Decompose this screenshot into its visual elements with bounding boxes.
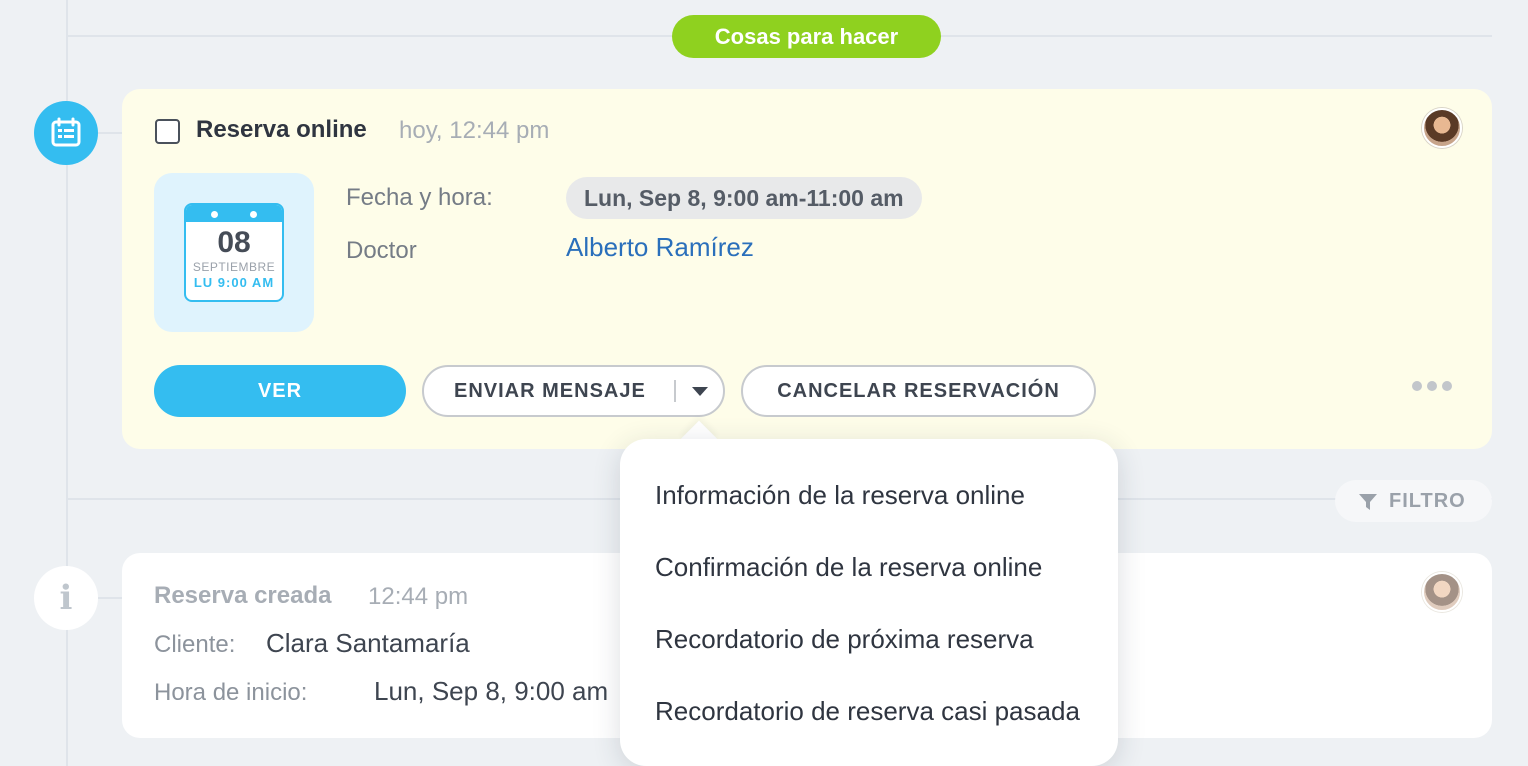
date-time-chip: Lun, Sep 8, 9:00 am-11:00 am — [566, 177, 922, 219]
calendar-month: SEPTIEMBRE — [192, 260, 276, 274]
timeline-connector — [98, 132, 122, 134]
start-time-label: Hora de inicio: — [154, 679, 308, 706]
filter-button[interactable]: FILTRO — [1335, 480, 1492, 522]
todo-checkbox[interactable] — [155, 119, 180, 144]
view-button[interactable]: VER — [154, 365, 406, 417]
date-time-label: Fecha y hora: — [346, 184, 493, 211]
caret-down-icon[interactable] — [692, 387, 708, 396]
todo-card: Reserva online hoy, 12:44 pm 08 SEPTIEMB… — [122, 89, 1492, 449]
message-template-menu: Información de la reserva online Confirm… — [620, 439, 1118, 766]
doctor-link[interactable]: Alberto Ramírez — [566, 232, 754, 263]
menu-item-confirmation[interactable]: Confirmación de la reserva online — [655, 552, 1085, 583]
more-dots-icon[interactable] — [1412, 381, 1452, 391]
activity-timeline: Cosas para hacer Reserva online hoy, 12:… — [0, 0, 1528, 766]
todo-timestamp: hoy, 12:44 pm — [399, 117, 550, 144]
calendar-weekday-time: LU 9:00 AM — [193, 275, 275, 290]
calendar-date-tile: 08 SEPTIEMBRE LU 9:00 AM — [154, 173, 314, 332]
menu-item-past-reminder[interactable]: Recordatorio de reserva casi pasada — [655, 696, 1085, 727]
calendar-icon: 08 SEPTIEMBRE LU 9:00 AM — [184, 203, 284, 302]
start-time-value: Lun, Sep 8, 9:00 am — [374, 676, 609, 706]
menu-item-info[interactable]: Información de la reserva online — [655, 480, 1085, 511]
client-label: Cliente: — [154, 631, 236, 658]
filter-label: FILTRO — [1389, 490, 1466, 512]
send-message-button[interactable]: ENVIAR MENSAJE — [422, 365, 725, 417]
history-timestamp: 12:44 pm — [368, 583, 469, 610]
button-separator — [674, 380, 676, 402]
doctor-label: Doctor — [346, 237, 417, 264]
history-title: Reserva creada — [154, 582, 332, 609]
todo-title: Reserva online — [196, 116, 367, 143]
info-icon: i — [34, 566, 98, 630]
filter-funnel-icon — [1359, 494, 1377, 510]
timeline-connector — [98, 597, 122, 599]
assignee-avatar[interactable] — [1422, 108, 1462, 148]
menu-item-upcoming-reminder[interactable]: Recordatorio de próxima reserva — [655, 624, 1085, 655]
cancel-booking-button[interactable]: CANCELAR RESERVACIÓN — [741, 365, 1096, 417]
calendar-day: 08 — [217, 226, 251, 259]
client-value: Clara Santamaría — [266, 628, 470, 658]
section-label-todo: Cosas para hacer — [672, 15, 941, 58]
creator-avatar — [1422, 572, 1462, 612]
send-message-label: ENVIAR MENSAJE — [454, 380, 646, 402]
calendar-list-icon — [34, 101, 98, 165]
